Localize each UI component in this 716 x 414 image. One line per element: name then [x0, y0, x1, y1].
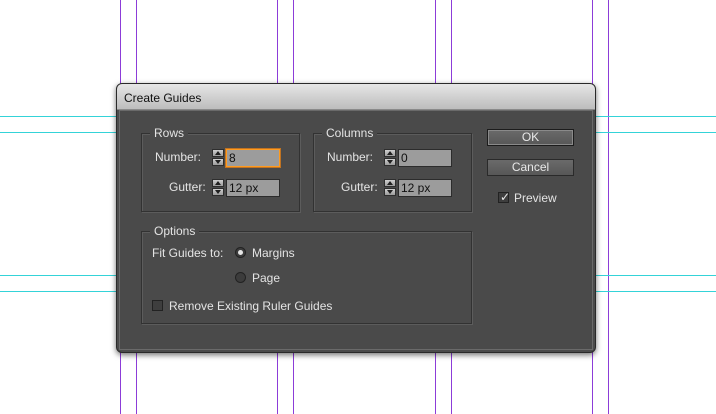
preview-checkbox[interactable]: ✓ — [498, 190, 511, 204]
rows-gutter-label: Gutter: — [169, 180, 206, 194]
stepper-up-icon[interactable] — [384, 179, 396, 187]
dialog-body: Rows Number: 8 Gutter: 12 px Columns Num… — [119, 110, 593, 350]
rows-number-stepper[interactable] — [212, 149, 224, 167]
create-guides-dialog: Create Guides Rows Number: 8 Gutter: 12 … — [116, 83, 596, 353]
columns-gutter-input[interactable]: 12 px — [398, 179, 452, 197]
columns-legend: Columns — [322, 125, 378, 141]
fit-margins-radio[interactable] — [235, 247, 246, 258]
columns-number-stepper[interactable] — [384, 149, 396, 167]
ok-button[interactable]: OK — [487, 129, 574, 146]
dialog-titlebar[interactable]: Create Guides — [117, 84, 595, 110]
rows-gutter-stepper[interactable] — [212, 179, 224, 197]
cancel-button[interactable]: Cancel — [487, 159, 574, 176]
preview-label[interactable]: Preview — [514, 190, 557, 206]
columns-group: Columns Number: 0 Gutter: 12 px — [313, 125, 472, 212]
fit-margins-label[interactable]: Margins — [252, 245, 295, 261]
fit-page-label[interactable]: Page — [252, 270, 280, 286]
stepper-down-icon[interactable] — [212, 158, 224, 166]
rows-gutter-input[interactable]: 12 px — [226, 179, 280, 197]
column-guide — [608, 0, 609, 414]
stepper-down-icon[interactable] — [212, 188, 224, 196]
fit-guides-label: Fit Guides to: — [152, 246, 224, 260]
dialog-title: Create Guides — [124, 91, 202, 105]
rows-group: Rows Number: 8 Gutter: 12 px — [141, 125, 300, 212]
remove-guides-label[interactable]: Remove Existing Ruler Guides — [169, 298, 332, 314]
radio-selected-dot — [238, 250, 243, 255]
columns-number-input[interactable]: 0 — [398, 149, 452, 167]
options-group: Options Fit Guides to: Margins Page Remo… — [141, 223, 472, 324]
rows-number-label: Number: — [155, 150, 202, 164]
stepper-up-icon[interactable] — [212, 179, 224, 187]
checkmark-icon: ✓ — [500, 190, 511, 204]
options-legend: Options — [150, 223, 200, 239]
columns-number-label: Number: — [327, 150, 374, 164]
fit-page-radio[interactable] — [235, 272, 246, 283]
stepper-down-icon[interactable] — [384, 188, 396, 196]
stepper-up-icon[interactable] — [212, 149, 224, 157]
rows-number-input[interactable]: 8 — [226, 149, 280, 167]
columns-gutter-stepper[interactable] — [384, 179, 396, 197]
columns-gutter-label: Gutter: — [341, 180, 378, 194]
stepper-down-icon[interactable] — [384, 158, 396, 166]
remove-guides-checkbox[interactable] — [152, 300, 163, 311]
rows-legend: Rows — [150, 125, 189, 141]
stepper-up-icon[interactable] — [384, 149, 396, 157]
